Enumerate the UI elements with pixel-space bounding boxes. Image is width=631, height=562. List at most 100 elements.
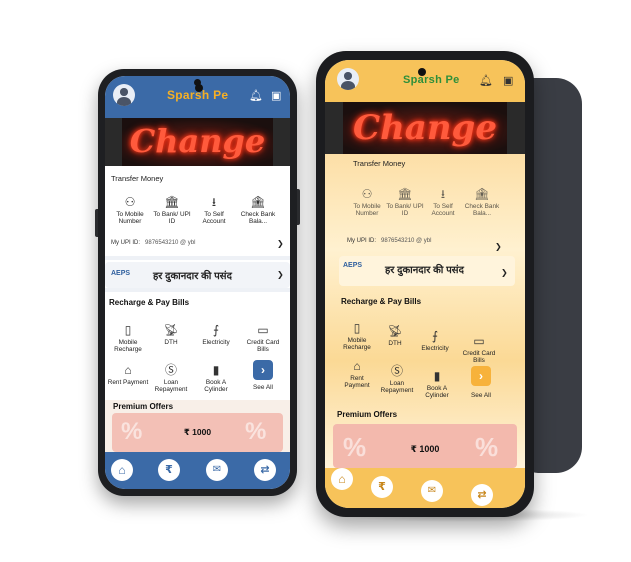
chat-icon[interactable]: ✉ [421, 480, 443, 502]
camera [418, 68, 426, 76]
app-header: Sparsh Pe 🔔︎ ▣ [325, 60, 525, 102]
loan-icon: Ⓢ [390, 364, 403, 378]
rent-payment[interactable]: ⌂ Rent Payment [337, 360, 377, 390]
mobile-icon: ▯ [124, 323, 132, 337]
phone-orange-screen: Sparsh Pe 🔔︎ ▣ Change Transfer Money ⚇ To… [325, 60, 525, 508]
download-circle-icon: ⭳ [211, 195, 217, 209]
payments-icon[interactable]: ₹ [371, 476, 393, 498]
bell-icon[interactable]: 🔔︎ [249, 91, 263, 102]
upi-id-value: 9876543210 @ ybl [381, 238, 432, 244]
check-balance[interactable]: 🏦︎ Check Bank Bala... [461, 188, 503, 218]
loan-repayment[interactable]: Ⓢ Loan Repayment [375, 365, 419, 395]
aeps-tagline: हर दुकानदार की पसंद [385, 265, 464, 276]
home-icon[interactable]: ⌂ [331, 468, 353, 490]
house-icon: ⌂ [124, 363, 132, 377]
credit-card-bills[interactable]: ▭ Credit Card Bills [241, 324, 285, 354]
promo-banner: Change [105, 118, 290, 166]
user-icon: ⚇ [361, 187, 373, 201]
check-balance[interactable]: 🏦︎ Check Bank Bala... [235, 196, 281, 226]
front-camera [194, 79, 201, 86]
upi-id-row[interactable]: My UPI ID: 9876543210 @ ybl [347, 238, 431, 244]
transfer-mobile[interactable]: ⚇ To Mobile Number [347, 188, 387, 218]
aeps-card[interactable]: AEPS हर दुकानदार की पसंद ❯ [339, 256, 515, 286]
chevron-right-icon[interactable]: ❯ [277, 239, 284, 248]
user-icon: ⚇ [124, 195, 136, 209]
see-all-label: See All [253, 384, 273, 391]
gas-cylinder-icon: ▮ [212, 363, 220, 377]
phone-blue-screen: Sparsh Pe 🔔︎ ▣ Change Transfer Money ⚇ To… [105, 76, 290, 489]
bank-building-icon: 🏦︎ [250, 195, 266, 209]
transfer-self[interactable]: ⭳ To Self Account [423, 188, 463, 218]
section-title-recharge: Recharge & Pay Bills [109, 298, 190, 307]
mobile-recharge[interactable]: ▯ Mobile Recharge [337, 322, 377, 352]
house-icon: ⌂ [353, 359, 361, 373]
electricity[interactable]: ⨍ Electricity [415, 330, 455, 352]
banner-text: Change [129, 122, 266, 160]
electric-tower-icon: ⨍ [431, 329, 439, 343]
book-cylinder[interactable]: ▮ Book A Cylinder [195, 364, 237, 394]
aeps-card[interactable]: AEPS हर दुकानदार की पसंद ❯ [105, 262, 290, 288]
chat-icon[interactable]: ✉ [206, 459, 228, 481]
transfer-mobile[interactable]: ⚇ To Mobile Number [109, 196, 151, 226]
bank-building-icon: 🏦︎ [474, 187, 490, 201]
payments-icon[interactable]: ₹ [158, 459, 180, 481]
dth[interactable]: 📡︎ DTH [151, 324, 191, 346]
banner-text: Change [353, 108, 497, 148]
chevron-right-icon: › [261, 363, 265, 377]
aeps-label: AEPS [343, 262, 363, 269]
wallet-icon[interactable]: ▣ [271, 91, 281, 102]
mobile-icon: ▯ [353, 321, 361, 335]
electric-tower-icon: ⨍ [212, 323, 220, 337]
gas-cylinder-icon: ▮ [433, 369, 441, 383]
bell-icon[interactable]: 🔔︎ [479, 76, 493, 87]
offer-card[interactable]: % % ₹ 1000 [325, 412, 525, 468]
upi-id-row[interactable]: My UPI ID: 9876543210 @ ybl [111, 240, 195, 246]
chevron-right-icon: ❯ [277, 270, 284, 279]
transfer-arrows-icon[interactable]: ⇄ [471, 484, 493, 506]
satellite-dish-icon: 📡︎ [387, 324, 403, 338]
bank-icon: 🏛︎ [164, 195, 180, 209]
download-circle-icon: ⭳ [440, 187, 446, 201]
mobile-recharge[interactable]: ▯ Mobile Recharge [107, 324, 149, 354]
book-cylinder[interactable]: ▮ Book A Cylinder [417, 370, 457, 400]
section-title-transfer: Transfer Money [111, 174, 164, 183]
see-all-label: See All [471, 392, 491, 399]
satellite-dish-icon: 📡︎ [163, 323, 179, 337]
loan-repayment[interactable]: Ⓢ Loan Repayment [149, 364, 193, 394]
avatar[interactable] [337, 68, 359, 90]
chevron-right-icon: › [479, 369, 483, 383]
promo-banner: Change [325, 102, 525, 154]
bottom-nav: ⌂ ₹ ✉ ⇄ [105, 452, 290, 489]
phone-orange-theme: Sparsh Pe 🔔︎ ▣ Change Transfer Money ⚇ To… [316, 51, 534, 517]
rent-payment[interactable]: ⌂ Rent Payment [107, 364, 149, 386]
chevron-right-icon[interactable]: ❯ [495, 242, 502, 251]
electricity[interactable]: ⨍ Electricity [195, 324, 237, 346]
aeps-label: AEPS [111, 270, 131, 277]
loan-icon: Ⓢ [164, 363, 177, 377]
offer-card[interactable]: % % ₹ 1000 [105, 402, 290, 452]
transfer-bank-upi[interactable]: 🏛︎ To Bank/ UPI ID [385, 188, 425, 218]
credit-card-bills[interactable]: ▭ Credit Card Bills [459, 335, 499, 365]
transfer-self[interactable]: ⭳ To Self Account [193, 196, 235, 226]
credit-card-icon: ▭ [257, 323, 269, 337]
phone-blue-theme: Sparsh Pe 🔔︎ ▣ Change Transfer Money ⚇ To… [95, 69, 300, 496]
see-all-button[interactable]: › [471, 366, 491, 386]
credit-card-icon: ▭ [473, 334, 485, 348]
dth[interactable]: 📡︎ DTH [377, 325, 413, 347]
transfer-bank-upi[interactable]: 🏛︎ To Bank/ UPI ID [151, 196, 193, 226]
wallet-icon[interactable]: ▣ [503, 76, 513, 87]
offer-amount: ₹ 1000 [183, 427, 212, 437]
avatar[interactable] [113, 84, 135, 106]
bank-icon: 🏛︎ [397, 187, 413, 201]
section-title-recharge: Recharge & Pay Bills [341, 297, 422, 306]
bottom-nav: ⌂ ₹ ✉ ⇄ [325, 468, 525, 508]
offer-amount: ₹ 1000 [410, 444, 440, 454]
home-icon[interactable]: ⌂ [111, 459, 133, 481]
see-all-button[interactable]: › [253, 360, 273, 380]
upi-id-value: 9876543210 @ ybl [145, 240, 196, 246]
section-title-transfer: Transfer Money [353, 159, 406, 168]
aeps-tagline: हर दुकानदार की पसंद [153, 271, 232, 282]
brand-logo: Sparsh Pe [403, 74, 460, 86]
transfer-arrows-icon[interactable]: ⇄ [254, 459, 276, 481]
chevron-right-icon: ❯ [501, 268, 508, 277]
